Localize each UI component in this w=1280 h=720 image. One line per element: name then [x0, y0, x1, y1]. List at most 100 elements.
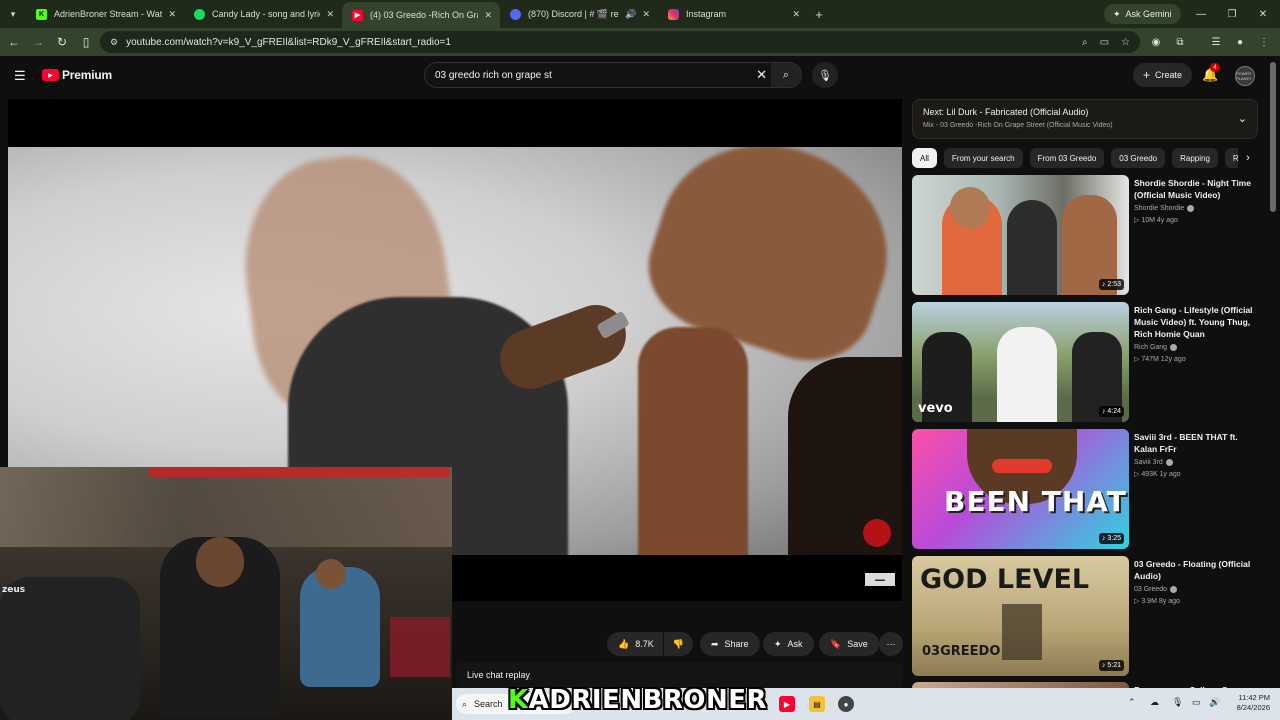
bookmark-star-icon[interactable]: ☆: [1121, 37, 1130, 48]
tab-search-icon[interactable]: ▾: [0, 0, 26, 28]
spotify-favicon-icon: [194, 8, 205, 20]
new-tab-button[interactable]: +: [808, 7, 830, 22]
chip-03-greedo[interactable]: 03 Greedo: [1111, 148, 1166, 168]
chip-rapping[interactable]: Rapping: [1172, 148, 1218, 168]
back-icon[interactable]: ←: [2, 35, 26, 49]
minimize-icon[interactable]: —: [1186, 0, 1216, 28]
channel-name[interactable]: Saviii 3rd: [1134, 459, 1258, 466]
chevron-down-icon[interactable]: ⌄: [1238, 112, 1247, 125]
close-window-icon[interactable]: ✕: [1248, 0, 1278, 28]
instagram-favicon-icon: [668, 8, 679, 20]
recommendation-item[interactable]: GOD LEVEL 03GREEDO ♪ 5:21 03 Greedo - Flo…: [912, 556, 1258, 676]
clear-search-icon[interactable]: ✕: [756, 67, 767, 83]
notifications-bell-icon[interactable]: 🔔 4: [1202, 63, 1220, 83]
chip-from-03-greedo[interactable]: From 03 Greedo: [1029, 148, 1105, 168]
youtube-play-logo-icon: ▶: [42, 69, 59, 81]
share-button[interactable]: ➦ Share: [700, 632, 760, 656]
side-panel-icon[interactable]: ▯: [74, 35, 98, 49]
volume-icon[interactable]: 🔊: [1209, 697, 1220, 708]
recommendation-item[interactable]: BEEN THAT ♪ 3:25 Saviii 3rd - BEEN THAT f…: [912, 429, 1258, 549]
close-tab-icon[interactable]: ✕: [326, 9, 334, 20]
close-tab-icon[interactable]: ✕: [168, 9, 176, 20]
address-bar[interactable]: ⚙ youtube.com/watch?v=k9_V_gFREIl&list=R…: [100, 31, 1140, 53]
taskbar-clock[interactable]: 11:42 PM 8/24/2026: [1226, 693, 1270, 713]
bookmark-icon: 🔖: [830, 638, 842, 649]
video-title[interactable]: 03 Greedo - Floating (Official Audio): [1134, 558, 1258, 582]
ask-button[interactable]: ✦ Ask: [763, 632, 814, 656]
ask-action: ✦ Ask: [763, 632, 814, 656]
tab-kick-stream[interactable]: K AdrienBroner Stream - Watch Li ✕: [26, 0, 184, 28]
thumbnail-overlay-text: GOD LEVEL: [920, 564, 1090, 595]
recommendation-item[interactable]: ♪ 2:53 Shordie Shordie - Night Time (Offi…: [912, 175, 1258, 295]
tab-youtube-active[interactable]: ▶ (4) 03 Greedo -Rich On Grape S ✕: [342, 2, 500, 28]
forward-icon[interactable]: →: [26, 35, 50, 49]
channel-name[interactable]: Rich Gang: [1134, 344, 1258, 351]
video-title[interactable]: Rich Gang - Lifestyle (Official Music Vi…: [1134, 304, 1258, 340]
menu-hamburger-icon[interactable]: ☰: [14, 68, 26, 84]
video-title[interactable]: Saviii 3rd - BEEN THAT ft. Kalan FrFr: [1134, 431, 1258, 455]
browser-tab-strip: ▾ K AdrienBroner Stream - Watch Li ✕ Can…: [0, 0, 1280, 28]
save-button[interactable]: 🔖 Save: [819, 632, 879, 656]
audio-playing-icon[interactable]: 🔊: [625, 9, 636, 20]
chevron-right-icon[interactable]: ›: [1238, 148, 1258, 168]
microphone-tray-icon[interactable]: 🎙: [1172, 697, 1183, 708]
video-thumbnail[interactable]: GOD LEVEL 03GREEDO ♪ 5:21: [912, 556, 1129, 676]
tab-spotify[interactable]: Candy Lady - song and lyrics by ✕: [184, 0, 342, 28]
youtube-app-icon[interactable]: ▶: [779, 696, 795, 712]
file-explorer-icon[interactable]: ▤: [809, 696, 825, 712]
windows-taskbar: ⌕ Search KADRIENBRONER ▶ ▤ ● ⌃ ☁ 🎙 ▭ 🔊 1…: [452, 685, 1280, 720]
recommendation-item[interactable]: vevo ♪ 4:24 Rich Gang - Lifestyle (Offici…: [912, 302, 1258, 422]
verified-icon: [1170, 344, 1178, 351]
video-thumbnail[interactable]: ♪ 2:53: [912, 175, 1129, 295]
chip-all[interactable]: All: [912, 148, 937, 168]
youtube-logo[interactable]: ▶ Premium: [42, 68, 112, 82]
video-thumbnail[interactable]: BEEN THAT ♪ 3:25: [912, 429, 1129, 549]
tab-instagram[interactable]: Instagram ✕: [658, 0, 808, 28]
video-meta: Saviii 3rd - BEEN THAT ft. Kalan FrFr Sa…: [1134, 431, 1258, 478]
video-stats: ▷ 747M 12y ago: [1134, 356, 1186, 363]
save-action: 🔖 Save: [819, 632, 879, 656]
create-button[interactable]: + Create: [1133, 63, 1193, 87]
tab-title: (4) 03 Greedo -Rich On Grape S: [370, 10, 478, 20]
page-scrollbar[interactable]: [1270, 62, 1276, 212]
video-thumbnail[interactable]: vevo ♪ 4:24: [912, 302, 1129, 422]
site-info-icon[interactable]: ⚙: [110, 37, 118, 48]
share-action: ➦ Share: [700, 632, 760, 656]
onedrive-cloud-icon[interactable]: ☁: [1150, 697, 1159, 708]
channel-name[interactable]: Shordie Shordie: [1134, 205, 1258, 212]
like-button[interactable]: 👍 8.7K: [607, 632, 663, 656]
chip-from-your-search[interactable]: From your search: [943, 148, 1023, 168]
reading-list-icon[interactable]: ☰: [1205, 28, 1227, 56]
extensions-puzzle-icon[interactable]: ⧉: [1169, 28, 1191, 56]
streamer-name-overlay: KADRIENBRONER: [508, 685, 768, 715]
url-text: youtube.com/watch?v=k9_V_gFREIl&list=RDk…: [126, 36, 451, 48]
zoom-icon[interactable]: ⌕: [1082, 37, 1088, 48]
video-title[interactable]: Shordie Shordie - Night Time (Official M…: [1134, 177, 1258, 201]
ask-gemini-button[interactable]: ✦ Ask Gemini: [1104, 4, 1181, 24]
more-options-icon[interactable]: ⋯: [879, 632, 903, 656]
tab-discord[interactable]: (870) Discord | # 🎬 reacti 🔊 ✕: [500, 0, 658, 28]
up-next-panel[interactable]: Next: Lil Durk - Fabricated (Official Au…: [912, 99, 1258, 139]
voice-search-mic-icon[interactable]: 🎙: [812, 62, 838, 88]
reload-icon[interactable]: ↻: [50, 35, 74, 49]
premium-logo-text: Premium: [62, 68, 112, 82]
browser-menu-icon[interactable]: ⋮: [1253, 28, 1275, 56]
video-meta: Shordie Shordie - Night Time (Official M…: [1134, 177, 1258, 224]
search-icon[interactable]: ⌕: [771, 63, 801, 87]
search-input[interactable]: 03 greedo rich on grape st ✕ ⌕: [424, 62, 802, 88]
close-tab-icon[interactable]: ✕: [792, 9, 800, 20]
share-arrow-icon: ➦: [711, 638, 719, 649]
channel-avatar[interactable]: POWER PLANET: [1235, 66, 1255, 86]
tray-chevron-up-icon[interactable]: ⌃: [1128, 697, 1136, 708]
extension-shield-icon[interactable]: ◉: [1145, 28, 1167, 56]
network-icon[interactable]: ▭: [1192, 697, 1201, 708]
obs-app-icon[interactable]: ●: [838, 696, 854, 712]
close-tab-icon[interactable]: ✕: [484, 10, 492, 21]
profile-avatar-icon[interactable]: ●: [1229, 28, 1251, 56]
close-tab-icon[interactable]: ✕: [642, 9, 650, 20]
restore-icon[interactable]: ❐: [1217, 0, 1247, 28]
dislike-button[interactable]: 👎: [663, 632, 693, 656]
tab-title: AdrienBroner Stream - Watch Li: [54, 9, 163, 19]
channel-name[interactable]: 03 Greedo: [1134, 586, 1258, 593]
cast-icon[interactable]: ▭: [1100, 37, 1109, 48]
